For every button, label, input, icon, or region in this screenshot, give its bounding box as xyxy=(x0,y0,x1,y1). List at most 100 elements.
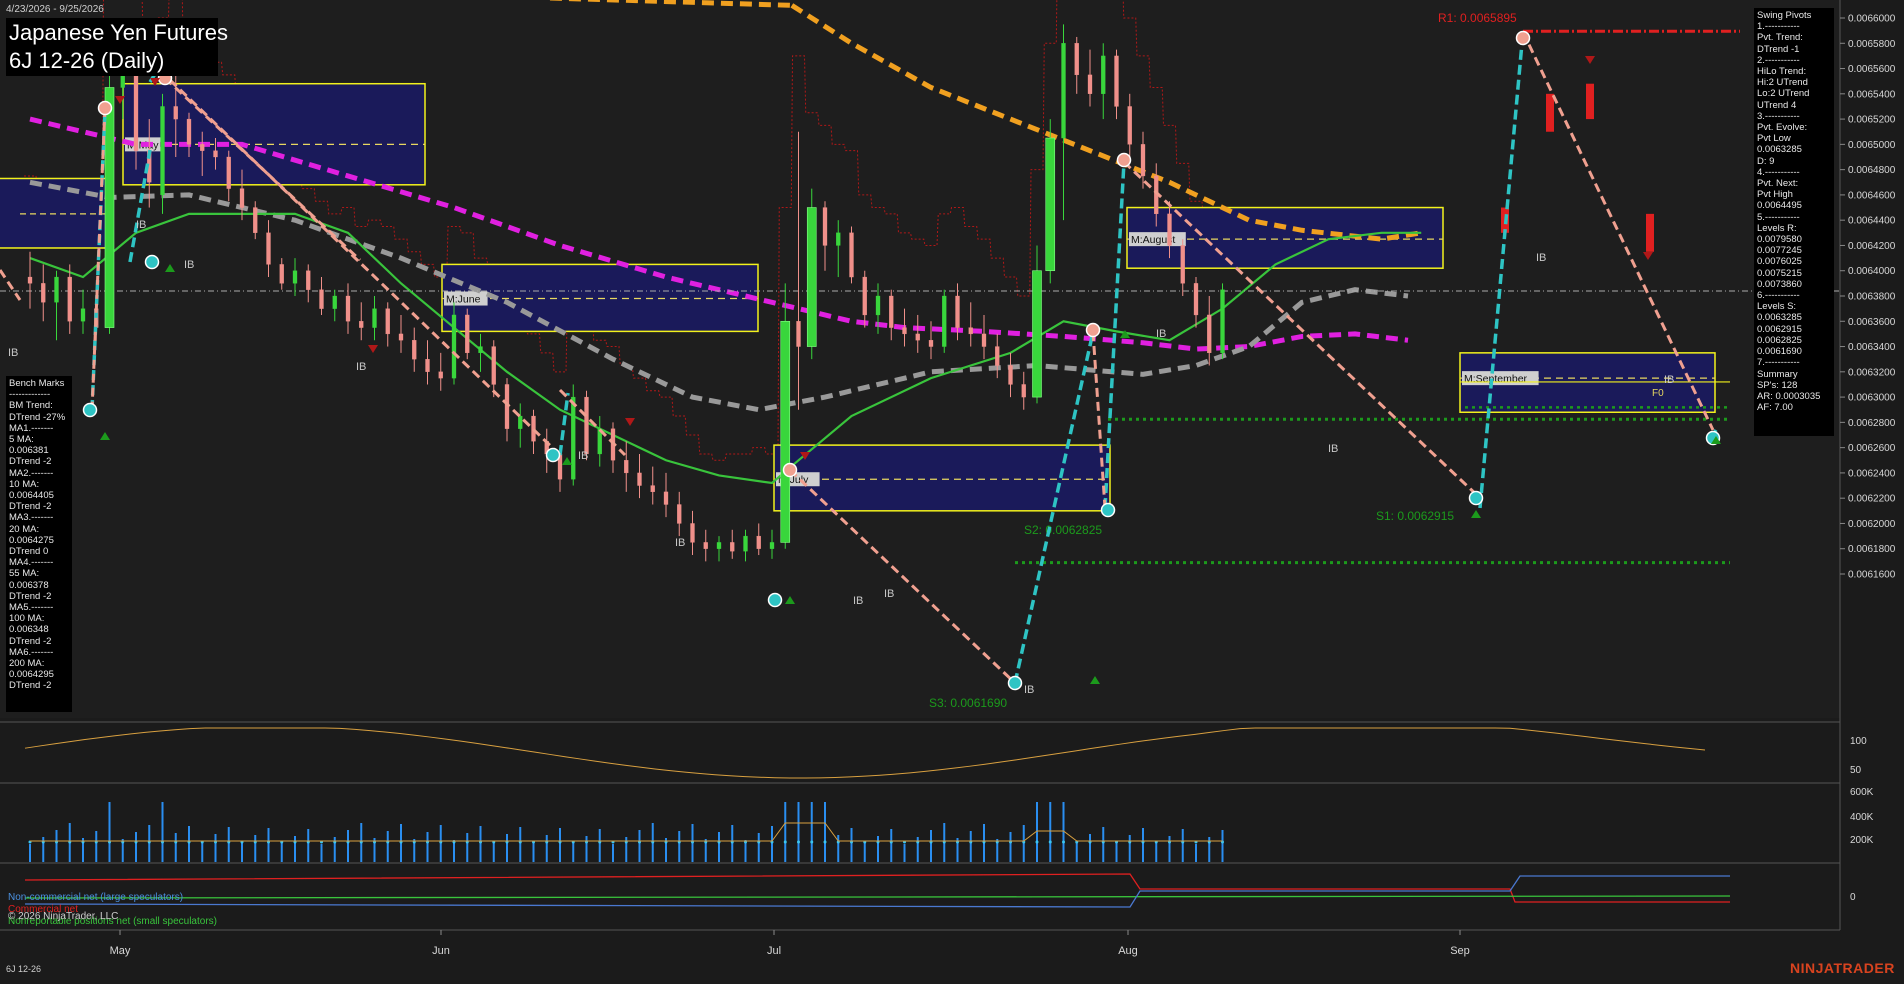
candle-body xyxy=(80,308,86,322)
f0-label: F0 xyxy=(1652,388,1664,399)
y-tick-label: 0.0063400 xyxy=(1848,342,1896,353)
candle-body xyxy=(915,333,920,341)
candle-body xyxy=(1167,213,1172,246)
volume-tick-label: 400K xyxy=(1850,812,1874,823)
candle-body xyxy=(716,542,722,549)
bench-marks-line: 0.0064295 xyxy=(9,669,54,681)
x-month-label: Jul xyxy=(767,945,781,957)
candle-body xyxy=(836,232,841,246)
candle-body xyxy=(902,327,907,335)
candle-body xyxy=(875,295,881,316)
bench-marks-line: MA5.------- xyxy=(9,602,54,614)
swing-pivots-line: Summary xyxy=(1757,368,1798,380)
candle-body xyxy=(133,74,139,151)
swing-pivots-line: 0.0076025 xyxy=(1757,256,1802,268)
swing-pivots-line: Levels R: xyxy=(1757,222,1797,234)
swing-pivots-line: 6.----------- xyxy=(1757,290,1800,302)
candle-body xyxy=(1045,137,1056,272)
swing-pivots-line: HiLo Trend: xyxy=(1757,66,1807,78)
y-tick-label: 0.0061800 xyxy=(1848,544,1896,555)
swing-pivots-line: 0.0063285 xyxy=(1757,144,1802,156)
y-tick-label: 0.0064000 xyxy=(1848,266,1896,277)
swing-low-marker xyxy=(1468,490,1484,506)
swing-pivots-line: 4.----------- xyxy=(1757,166,1800,178)
bench-marks-line: 100 MA: xyxy=(9,613,45,625)
r1-label: R1: 0.0065895 xyxy=(1438,11,1517,25)
bench-marks-line: 10 MA: xyxy=(9,478,40,490)
candle-body xyxy=(332,295,337,309)
y-tick-label: 0.0063600 xyxy=(1848,317,1896,328)
y-tick-label: 0.0064800 xyxy=(1848,165,1896,176)
swing-pivots-line: SP's: 128 xyxy=(1757,379,1798,391)
y-tick-label: 0.0065400 xyxy=(1848,89,1896,100)
month-box xyxy=(122,82,426,186)
candle-body xyxy=(703,542,708,549)
swing-pivots-line: Pvt. Next: xyxy=(1757,178,1799,190)
y-tick-label: 0.0062400 xyxy=(1848,468,1896,479)
ib-label: IB xyxy=(1328,443,1338,455)
candle-body xyxy=(995,346,1000,366)
candle-body xyxy=(928,340,934,347)
candle-body xyxy=(412,340,417,360)
candle-body xyxy=(478,346,483,354)
candle-body xyxy=(1061,43,1066,139)
candle-body xyxy=(862,276,867,316)
y-tick-label: 0.0064400 xyxy=(1848,216,1896,227)
swing-low-marker xyxy=(545,447,561,463)
bench-marks-line: 0.006378 xyxy=(9,579,49,591)
swing-high-marker xyxy=(97,100,113,116)
ib-label: IB xyxy=(136,219,146,231)
bench-marks-line: DTrend -27% xyxy=(9,411,66,423)
candle-body xyxy=(942,295,947,347)
cot-tick-label: 0 xyxy=(1850,892,1856,903)
swing-pivots-line: AR: 0.0003035 xyxy=(1757,390,1821,402)
y-tick-label: 0.0065200 xyxy=(1848,115,1896,126)
candle-body xyxy=(1032,270,1042,398)
bench-marks-line: DTrend -2 xyxy=(9,680,52,692)
candle-body xyxy=(518,415,523,429)
candle-body xyxy=(186,118,192,145)
candle-body xyxy=(266,232,271,265)
swing-pivots-line: Pvt High xyxy=(1757,189,1793,201)
y-tick-label: 0.0061600 xyxy=(1848,570,1896,581)
bench-marks-line: ------------- xyxy=(9,389,51,401)
candle-body xyxy=(200,144,205,151)
candle-body xyxy=(1193,283,1199,316)
candle-body xyxy=(104,87,115,328)
swing-pivots-line: 5.----------- xyxy=(1757,211,1800,223)
oscillator-tick-label: 50 xyxy=(1850,765,1862,776)
bench-marks-line: MA3.------- xyxy=(9,512,54,524)
y-tick-label: 0.0063800 xyxy=(1848,292,1896,303)
bench-marks-line: DTrend -2 xyxy=(9,590,52,602)
candle-body xyxy=(385,308,390,335)
bench-marks-line: 0.0064275 xyxy=(9,534,54,546)
swing-pivots-line: 0.0062915 xyxy=(1757,323,1802,335)
swing-pivots-line: 0.0075215 xyxy=(1757,267,1802,279)
candle-body xyxy=(730,542,735,552)
candle-body xyxy=(1087,74,1093,94)
candle-body xyxy=(226,156,231,189)
date-range-label: 4/23/2026 - 9/25/2026 xyxy=(6,4,104,15)
candle-body xyxy=(319,289,324,309)
swing-pivots-line: D: 9 xyxy=(1757,155,1775,167)
candle-body xyxy=(279,264,284,284)
y-tick-label: 0.0062000 xyxy=(1848,519,1896,530)
swing-pivots-line: 1.----------- xyxy=(1757,21,1800,33)
month-label: M:September xyxy=(1464,373,1528,385)
ib-label: IB xyxy=(578,450,588,462)
bench-marks-line: DTrend 0 xyxy=(9,546,49,558)
cot-legend: Non-commercial net (large speculators) Co… xyxy=(8,892,217,928)
candle-body xyxy=(1101,55,1106,94)
candle-body xyxy=(1074,43,1079,76)
candle-body xyxy=(637,472,642,486)
cot-legend-item: Non-commercial net (large speculators) xyxy=(8,892,184,903)
swing-low-marker xyxy=(1100,502,1116,518)
candle-body xyxy=(398,333,404,341)
candle-body xyxy=(677,504,682,524)
swing-high-marker xyxy=(1085,322,1101,338)
candle-body xyxy=(451,314,457,379)
candle-body xyxy=(173,106,178,120)
volume-average-dot xyxy=(823,840,827,844)
candle-body xyxy=(359,321,364,328)
candle-body xyxy=(889,295,894,328)
